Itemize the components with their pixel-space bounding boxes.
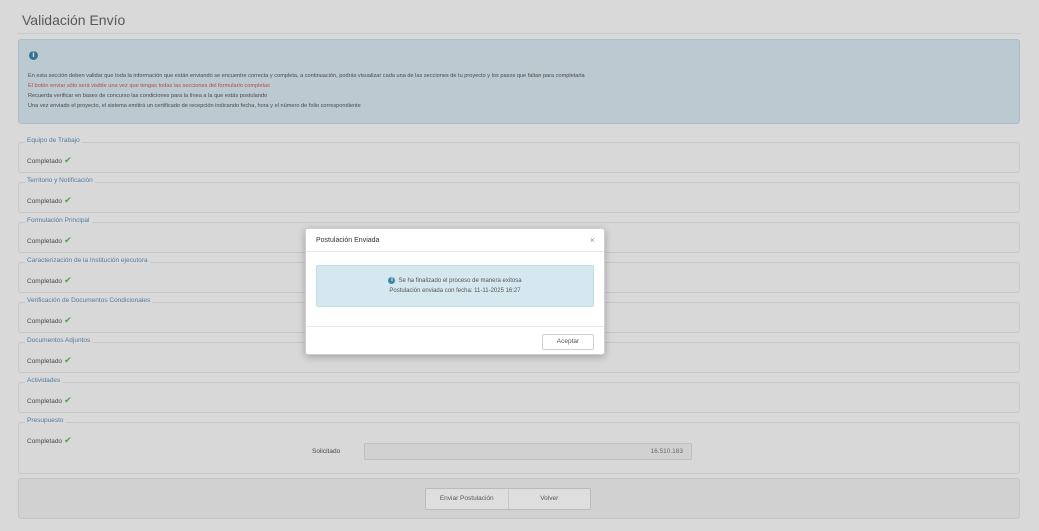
aceptar-button[interactable]: Aceptar	[542, 334, 594, 350]
close-icon[interactable]: ×	[590, 235, 595, 245]
modal-header-divider	[306, 251, 604, 252]
modal-footer-divider	[306, 326, 604, 327]
modal-success-alert: i Se ha finalizado el proceso de manera e…	[316, 265, 594, 307]
modal-message-line-2: Postulación enviada con fecha: 11-11-202…	[389, 288, 521, 294]
modal-message-line-1: i Se ha finalizado el proceso de manera e…	[317, 277, 593, 284]
info-icon: i	[388, 277, 396, 284]
confirmation-modal: Postulación Enviada × i Se ha finalizado …	[305, 228, 605, 355]
modal-title: Postulación Enviada	[316, 237, 380, 244]
